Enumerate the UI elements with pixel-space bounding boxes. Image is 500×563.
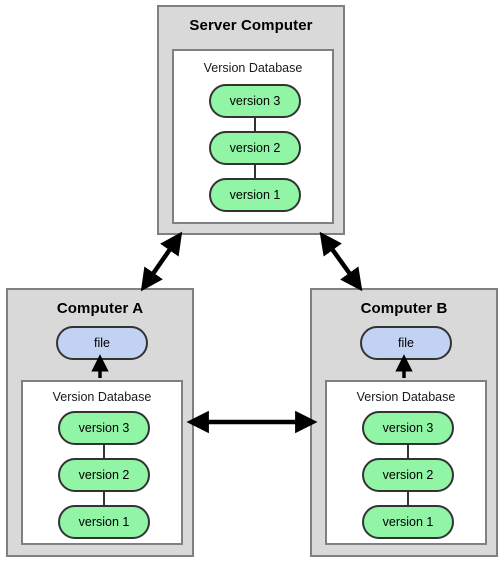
computer-b-version-database-title: Version Database: [356, 390, 456, 404]
computer-a-title: Computer A: [56, 300, 144, 317]
diagram-canvas: Server Computer Version Database version…: [0, 0, 500, 563]
computer-b-box: Computer B file Version Database version…: [310, 288, 498, 557]
computer-a-box: Computer A file Version Database version…: [6, 288, 194, 557]
computer-b-file-pill: file: [360, 326, 452, 360]
server-version-database-title: Version Database: [203, 61, 303, 75]
arrow-server-to-computer-b: [319, 231, 363, 292]
computer-a-version-database-title: Version Database: [52, 390, 152, 404]
server-version-pill-3: version 3: [209, 84, 301, 118]
server-version-pill-2: version 2: [209, 131, 301, 165]
server-version-database-box: Version Database version 3 version 2 ver…: [172, 49, 334, 224]
server-computer-title: Server Computer: [189, 17, 313, 34]
arrow-server-to-computer-a: [140, 231, 183, 292]
computer-b-title: Computer B: [360, 300, 448, 317]
server-computer-box: Server Computer Version Database version…: [157, 5, 345, 235]
computer-b-version-database-box: Version Database version 3 version 2 ver…: [325, 380, 487, 545]
computer-b-version-pill-1: version 1: [362, 505, 454, 539]
computer-a-version-database-box: Version Database version 3 version 2 ver…: [21, 380, 183, 545]
server-version-pill-1: version 1: [209, 178, 301, 212]
computer-a-version-pill-1: version 1: [58, 505, 150, 539]
computer-b-version-pill-2: version 2: [362, 458, 454, 492]
computer-b-version-pill-3: version 3: [362, 411, 454, 445]
computer-a-version-pill-3: version 3: [58, 411, 150, 445]
computer-a-file-pill: file: [56, 326, 148, 360]
computer-a-version-pill-2: version 2: [58, 458, 150, 492]
